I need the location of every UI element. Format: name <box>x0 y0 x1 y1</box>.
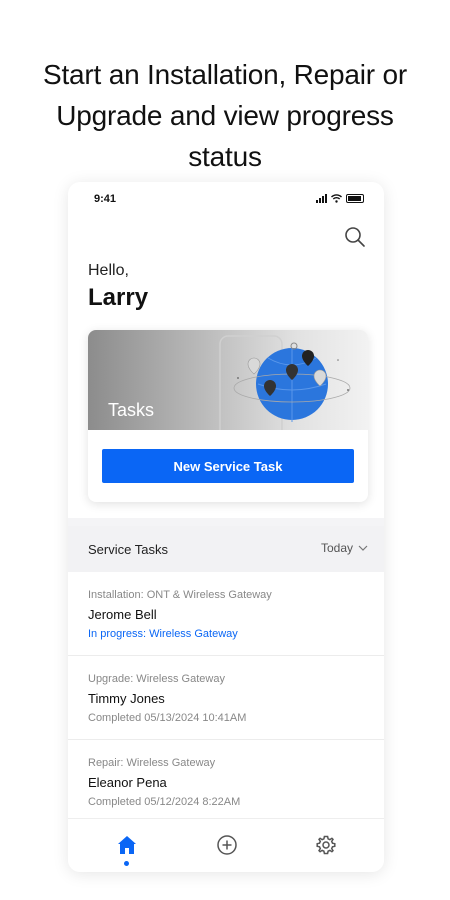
task-status: In progress: Wireless Gateway <box>88 628 238 640</box>
phone-screen: 9:41 Hello, Larry Tasks New Service Task… <box>68 182 384 872</box>
home-icon <box>118 836 136 854</box>
task-status: Completed 05/12/2024 8:22AM <box>88 796 241 808</box>
date-filter-label: Today <box>320 541 353 555</box>
user-name: Larry <box>88 284 149 311</box>
task-type: Installation: ONT & Wireless Gateway <box>88 589 272 601</box>
network-globe-illustration <box>219 335 351 430</box>
new-service-task-button[interactable]: New Service Task <box>102 449 354 483</box>
gear-icon <box>316 835 336 855</box>
tab-settings[interactable] <box>314 833 338 857</box>
task-status: Completed 05/13/2024 10:41AM <box>88 712 247 724</box>
headline-line-3: status <box>188 141 262 172</box>
active-tab-indicator <box>124 861 129 866</box>
status-time: 9:41 <box>94 193 117 205</box>
task-row[interactable]: Installation: ONT & Wireless Gateway Jer… <box>68 572 384 656</box>
task-customer-name: Eleanor Pena <box>88 775 167 790</box>
tasks-card: Tasks New Service Task <box>88 330 368 502</box>
plus-circle-icon <box>217 835 237 855</box>
headline-line-2: Upgrade and view progress <box>56 100 394 131</box>
task-row[interactable]: Repair: Wireless Gateway Eleanor Pena Co… <box>68 740 384 823</box>
service-tasks-header: Service Tasks Today <box>68 526 384 572</box>
service-task-list: Installation: ONT & Wireless Gateway Jer… <box>68 572 384 823</box>
date-filter-dropdown[interactable]: Today <box>321 541 368 555</box>
section-divider <box>68 518 384 526</box>
greeting-text: Hello, <box>88 262 129 279</box>
task-type: Upgrade: Wireless Gateway <box>88 673 225 685</box>
chevron-down-icon <box>358 545 368 551</box>
search-button[interactable] <box>342 224 368 250</box>
battery-icon <box>346 194 364 203</box>
headline-line-1: Start an Installation, Repair or <box>42 59 407 90</box>
search-icon <box>345 227 365 247</box>
promo-headline: Start an Installation, Repair or Upgrade… <box>0 54 450 177</box>
tasks-card-title: Tasks <box>108 400 155 420</box>
task-row[interactable]: Upgrade: Wireless Gateway Timmy Jones Co… <box>68 656 384 740</box>
bottom-tab-bar <box>68 818 384 872</box>
cellular-signal-icon <box>316 194 327 203</box>
task-customer-name: Jerome Bell <box>88 607 157 622</box>
wifi-icon <box>331 194 342 203</box>
status-bar: 9:41 <box>68 182 384 218</box>
tab-add-task[interactable] <box>215 833 239 857</box>
status-icons <box>316 194 364 203</box>
task-customer-name: Timmy Jones <box>88 691 165 706</box>
task-type: Repair: Wireless Gateway <box>88 757 216 769</box>
tab-home[interactable] <box>115 833 139 857</box>
service-tasks-title: Service Tasks <box>88 542 168 557</box>
